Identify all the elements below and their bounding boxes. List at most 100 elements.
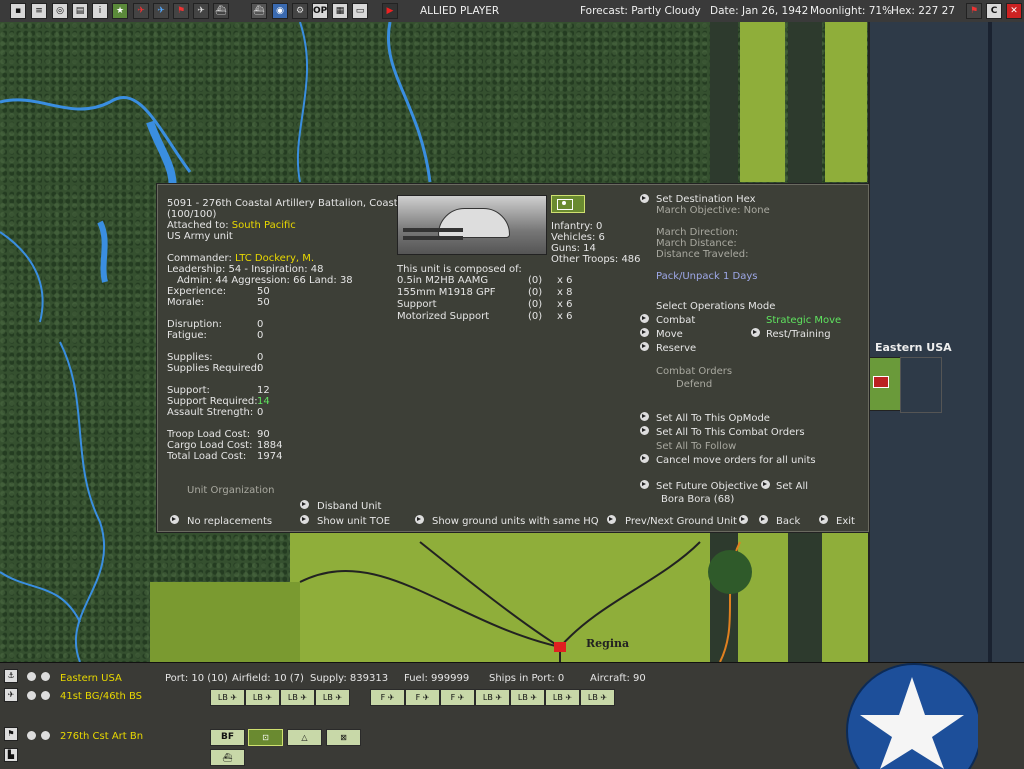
air-unit-icon[interactable]: F ✈ [370, 689, 405, 706]
intel-icon[interactable]: i [92, 3, 108, 19]
disband-bullet-icon[interactable] [300, 500, 309, 509]
close-icon[interactable]: ✕ [1006, 3, 1022, 19]
ship-icon[interactable]: ⛴ [213, 3, 229, 19]
set-all-combat-button[interactable]: Set All To This Combat Orders [656, 427, 805, 438]
plane-icon[interactable]: ✈ [4, 688, 18, 702]
set-all-bullet-icon[interactable] [761, 480, 770, 489]
air-unit-icon[interactable]: F ✈ [440, 689, 475, 706]
air-unit-icon[interactable]: LB ✈ [280, 689, 315, 706]
replacements-bullet-icon[interactable] [170, 515, 179, 524]
no-replacements-button[interactable]: No replacements [187, 516, 272, 527]
reserve-bullet-icon[interactable] [640, 342, 649, 351]
window-icon[interactable]: ▭ [352, 3, 368, 19]
back-button[interactable]: Back [776, 516, 800, 527]
set-destination-button[interactable]: Set Destination Hex [656, 194, 756, 205]
move-mode-button[interactable]: Move [656, 329, 683, 340]
flag-icon[interactable]: ⚑ [4, 727, 18, 741]
air-unit-icon[interactable]: LB ✈ [315, 689, 350, 706]
end-turn-icon[interactable]: ▶ [382, 3, 398, 19]
fleet-icon[interactable]: ⛴ [251, 3, 267, 19]
bf-unit-icon[interactable]: BF [210, 729, 245, 746]
opmode-bullet-icon[interactable] [640, 412, 649, 421]
air-unit-icon[interactable]: LB ✈ [580, 689, 615, 706]
show-toe-button[interactable]: Show unit TOE [317, 516, 390, 527]
commander: Commander: LTC Dockery, M. [167, 253, 315, 264]
star-icon[interactable]: ★ [112, 3, 128, 19]
composition-name[interactable]: 0.5in M2HB AAMG [397, 275, 488, 286]
infantry-unit-icon[interactable]: ⊠ [326, 729, 361, 746]
air-unit-icon[interactable]: ✈ [133, 3, 149, 19]
next-bullet-icon[interactable] [739, 515, 748, 524]
prev-arrow-icon[interactable] [27, 672, 36, 681]
cancel-bullet-icon[interactable] [640, 454, 649, 463]
set-destination-bullet-icon[interactable] [640, 194, 649, 203]
anchor-icon[interactable]: ⚓ [4, 669, 18, 683]
exit-bullet-icon[interactable] [819, 515, 828, 524]
info-icon[interactable]: ◎ [52, 3, 68, 19]
air-unit-icon[interactable]: LB ✈ [245, 689, 280, 706]
air-group-icon[interactable]: ✈ [153, 3, 169, 19]
air-unit-name[interactable]: 41st BG/46th BS [60, 691, 142, 702]
base-name[interactable]: Eastern USA [60, 673, 122, 684]
building-icon[interactable]: ▙ [4, 748, 18, 762]
air-unit-icon[interactable]: LB ✈ [510, 689, 545, 706]
reserve-mode-button[interactable]: Reserve [656, 343, 696, 354]
prev-bullet-icon[interactable] [607, 515, 616, 524]
air-unit-icon[interactable]: F ✈ [405, 689, 440, 706]
toe-bullet-icon[interactable] [300, 515, 309, 524]
flag-icon[interactable]: ⚑ [966, 3, 982, 19]
air-unit-icon[interactable]: LB ✈ [545, 689, 580, 706]
pack-unpack-button[interactable]: Pack/Unpack 1 Days [656, 271, 757, 282]
set-all-button[interactable]: Set All [776, 481, 808, 492]
engineer-unit-icon[interactable]: △ [287, 729, 322, 746]
show-same-hq-button[interactable]: Show ground units with same HQ [432, 516, 599, 527]
stat-value: 1884 [257, 440, 283, 451]
move-bullet-icon[interactable] [640, 328, 649, 337]
production-icon[interactable]: ⚙ [292, 3, 308, 19]
ground-unit-name[interactable]: 276th Cst Art Bn [60, 731, 143, 742]
artillery-unit-icon[interactable]: ⊡ [248, 729, 283, 746]
same-hq-bullet-icon[interactable] [415, 515, 424, 524]
future-objective-bullet-icon[interactable] [640, 480, 649, 489]
player-label: ALLIED PLAYER [420, 5, 500, 17]
base-hex[interactable] [868, 357, 902, 411]
commander-link[interactable]: LTC Dockery, M. [235, 253, 314, 264]
air-unit-icon[interactable]: LB ✈ [475, 689, 510, 706]
strategic-move-button[interactable]: Strategic Move [766, 315, 841, 326]
settings-icon[interactable]: ▦ [332, 3, 348, 19]
air-unit-icon[interactable]: LB ✈ [210, 689, 245, 706]
next-arrow-icon[interactable] [41, 691, 50, 700]
disband-button[interactable]: Disband Unit [317, 501, 381, 512]
globe-icon[interactable]: ◉ [272, 3, 288, 19]
map-icon[interactable]: ▪ [10, 3, 26, 19]
next-arrow-icon[interactable] [41, 672, 50, 681]
composition-name[interactable]: Motorized Support [397, 311, 489, 322]
composition-name[interactable]: 155mm M1918 GPF [397, 287, 496, 298]
composition-name[interactable]: Support [397, 299, 437, 310]
aircraft-icon[interactable]: ✈ [193, 3, 209, 19]
back-bullet-icon[interactable] [759, 515, 768, 524]
list-icon[interactable]: ▤ [72, 3, 88, 19]
cancel-move-button[interactable]: Cancel move orders for all units [656, 455, 816, 466]
combat-bullet-icon[interactable] [640, 314, 649, 323]
combat-orders-bullet-icon[interactable] [640, 426, 649, 435]
ship-unit-icon[interactable]: ⛴ [210, 749, 245, 766]
set-future-objective-button[interactable]: Set Future Objective [656, 481, 758, 492]
c-button[interactable]: C [986, 3, 1002, 19]
flag-icon[interactable]: ⚑ [173, 3, 189, 19]
stat-value: 0 [257, 407, 264, 418]
rest-training-button[interactable]: Rest/Training [766, 329, 831, 340]
set-all-opmode-button[interactable]: Set All To This OpMode [656, 413, 770, 424]
unit-strength: (100/100) [167, 209, 217, 220]
report-icon[interactable]: ≡ [31, 3, 47, 19]
rest-bullet-icon[interactable] [751, 328, 760, 337]
exit-button[interactable]: Exit [836, 516, 855, 527]
combat-mode-button[interactable]: Combat [656, 315, 695, 326]
prev-arrow-icon[interactable] [27, 731, 36, 740]
unit-type-icon[interactable] [551, 195, 585, 213]
prev-arrow-icon[interactable] [27, 691, 36, 700]
attached-hq-link[interactable]: South Pacific [232, 220, 296, 231]
prev-next-button[interactable]: Prev/Next Ground Unit [625, 516, 737, 527]
next-arrow-icon[interactable] [41, 731, 50, 740]
op-icon[interactable]: OP [312, 3, 328, 19]
